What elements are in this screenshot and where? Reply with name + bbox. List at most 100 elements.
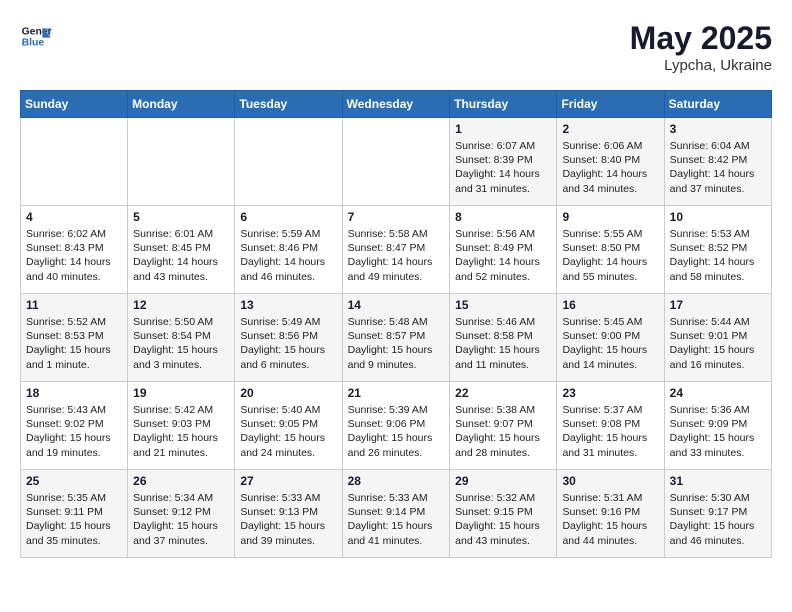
week-row-3: 11 Sunrise: 5:52 AM Sunset: 8:53 PM Dayli…	[21, 294, 772, 382]
col-header-sunday: Sunday	[21, 91, 128, 118]
day-info: Sunrise: 5:36 AM Sunset: 9:09 PM Dayligh…	[670, 403, 766, 460]
day-cell: 14Sunrise: 5:48 AM Sunset: 8:57 PM Dayli…	[342, 294, 450, 382]
svg-text:Blue: Blue	[22, 38, 45, 49]
day-cell: 18 Sunrise: 5:43 AM Sunset: 9:02 PM Dayli…	[21, 382, 128, 470]
day-number: 12	[133, 298, 229, 312]
day-number: 23	[562, 386, 658, 400]
day-cell: 3 Sunrise: 6:04 AM Sunset: 8:42 PM Daylig…	[664, 118, 771, 206]
day-info: Sunrise: 5:43 AM Sunset: 9:02 PM Dayligh…	[26, 403, 122, 460]
logo-icon: General Blue	[20, 20, 52, 52]
day-cell: 1 Sunrise: 6:07 AM Sunset: 8:39 PM Daylig…	[450, 118, 557, 206]
day-number: 17	[670, 298, 766, 312]
day-cell: 22 Sunrise: 5:38 AM Sunset: 9:07 PM Dayli…	[450, 382, 557, 470]
day-cell: 9 Sunrise: 5:55 AM Sunset: 8:50 PM Daylig…	[557, 206, 664, 294]
day-number: 29	[455, 474, 551, 488]
col-header-tuesday: Tuesday	[235, 91, 342, 118]
day-cell: 20 Sunrise: 5:40 AM Sunset: 9:05 PM Dayli…	[235, 382, 342, 470]
day-number: 25	[26, 474, 122, 488]
day-cell: 29 Sunrise: 5:32 AM Sunset: 9:15 PM Dayli…	[450, 470, 557, 558]
day-cell: 8Sunrise: 5:56 AM Sunset: 8:49 PM Daylig…	[450, 206, 557, 294]
day-number: 19	[133, 386, 229, 400]
day-info: Sunrise: 5:48 AM Sunset: 8:57 PM Dayligh…	[348, 315, 445, 372]
day-info: Sunrise: 6:04 AM Sunset: 8:42 PM Dayligh…	[670, 139, 766, 196]
day-cell: 6 Sunrise: 5:59 AM Sunset: 8:46 PM Daylig…	[235, 206, 342, 294]
day-info: Sunrise: 6:06 AM Sunset: 8:40 PM Dayligh…	[562, 139, 658, 196]
day-header-row: SundayMondayTuesdayWednesdayThursdayFrid…	[21, 91, 772, 118]
day-cell: 23 Sunrise: 5:37 AM Sunset: 9:08 PM Dayli…	[557, 382, 664, 470]
day-number: 4	[26, 210, 122, 224]
day-cell: 12Sunrise: 5:50 AM Sunset: 8:54 PM Dayli…	[128, 294, 235, 382]
day-cell: 15 Sunrise: 5:46 AM Sunset: 8:58 PM Dayli…	[450, 294, 557, 382]
day-info: Sunrise: 5:44 AM Sunset: 9:01 PM Dayligh…	[670, 315, 766, 372]
day-number: 27	[240, 474, 336, 488]
day-info: Sunrise: 5:38 AM Sunset: 9:07 PM Dayligh…	[455, 403, 551, 460]
day-info: Sunrise: 5:39 AM Sunset: 9:06 PM Dayligh…	[348, 403, 445, 460]
title-block: May 2025 Lypcha, Ukraine	[630, 20, 772, 74]
day-info: Sunrise: 5:59 AM Sunset: 8:46 PM Dayligh…	[240, 227, 336, 284]
day-number: 21	[348, 386, 445, 400]
day-cell: 10Sunrise: 5:53 AM Sunset: 8:52 PM Dayli…	[664, 206, 771, 294]
day-number: 30	[562, 474, 658, 488]
day-info: Sunrise: 5:46 AM Sunset: 8:58 PM Dayligh…	[455, 315, 551, 372]
page-header: General Blue May 2025 Lypcha, Ukraine	[20, 20, 772, 74]
day-number: 20	[240, 386, 336, 400]
day-number: 15	[455, 298, 551, 312]
day-number: 16	[562, 298, 658, 312]
day-cell: 17 Sunrise: 5:44 AM Sunset: 9:01 PM Dayli…	[664, 294, 771, 382]
day-cell: 30 Sunrise: 5:31 AM Sunset: 9:16 PM Dayli…	[557, 470, 664, 558]
day-info: Sunrise: 5:40 AM Sunset: 9:05 PM Dayligh…	[240, 403, 336, 460]
day-cell: 19 Sunrise: 5:42 AM Sunset: 9:03 PM Dayli…	[128, 382, 235, 470]
day-info: Sunrise: 5:35 AM Sunset: 9:11 PM Dayligh…	[26, 491, 122, 548]
day-cell	[128, 118, 235, 206]
day-number: 22	[455, 386, 551, 400]
month-year-title: May 2025	[630, 20, 772, 57]
day-number: 24	[670, 386, 766, 400]
day-number: 1	[455, 122, 551, 136]
day-number: 3	[670, 122, 766, 136]
day-cell: 11 Sunrise: 5:52 AM Sunset: 8:53 PM Dayli…	[21, 294, 128, 382]
day-info: Sunrise: 5:32 AM Sunset: 9:15 PM Dayligh…	[455, 491, 551, 548]
day-number: 6	[240, 210, 336, 224]
day-info: Sunrise: 5:49 AM Sunset: 8:56 PM Dayligh…	[240, 315, 336, 372]
day-cell: 5Sunrise: 6:01 AM Sunset: 8:45 PM Daylig…	[128, 206, 235, 294]
day-cell: 24 Sunrise: 5:36 AM Sunset: 9:09 PM Dayli…	[664, 382, 771, 470]
day-cell	[21, 118, 128, 206]
day-info: Sunrise: 5:55 AM Sunset: 8:50 PM Dayligh…	[562, 227, 658, 284]
day-number: 11	[26, 298, 122, 312]
day-info: Sunrise: 5:33 AM Sunset: 9:13 PM Dayligh…	[240, 491, 336, 548]
week-row-4: 18 Sunrise: 5:43 AM Sunset: 9:02 PM Dayli…	[21, 382, 772, 470]
day-cell	[235, 118, 342, 206]
day-number: 18	[26, 386, 122, 400]
location-subtitle: Lypcha, Ukraine	[630, 57, 772, 74]
day-number: 9	[562, 210, 658, 224]
day-info: Sunrise: 5:31 AM Sunset: 9:16 PM Dayligh…	[562, 491, 658, 548]
col-header-thursday: Thursday	[450, 91, 557, 118]
logo: General Blue	[20, 20, 52, 52]
week-row-1: 1 Sunrise: 6:07 AM Sunset: 8:39 PM Daylig…	[21, 118, 772, 206]
day-number: 2	[562, 122, 658, 136]
day-info: Sunrise: 6:07 AM Sunset: 8:39 PM Dayligh…	[455, 139, 551, 196]
day-info: Sunrise: 5:42 AM Sunset: 9:03 PM Dayligh…	[133, 403, 229, 460]
col-header-saturday: Saturday	[664, 91, 771, 118]
day-info: Sunrise: 5:34 AM Sunset: 9:12 PM Dayligh…	[133, 491, 229, 548]
day-cell: 21 Sunrise: 5:39 AM Sunset: 9:06 PM Dayli…	[342, 382, 450, 470]
day-cell: 28Sunrise: 5:33 AM Sunset: 9:14 PM Dayli…	[342, 470, 450, 558]
day-info: Sunrise: 6:02 AM Sunset: 8:43 PM Dayligh…	[26, 227, 122, 284]
day-number: 28	[348, 474, 445, 488]
day-number: 13	[240, 298, 336, 312]
day-cell: 13 Sunrise: 5:49 AM Sunset: 8:56 PM Dayli…	[235, 294, 342, 382]
day-info: Sunrise: 5:30 AM Sunset: 9:17 PM Dayligh…	[670, 491, 766, 548]
day-cell: 26 Sunrise: 5:34 AM Sunset: 9:12 PM Dayli…	[128, 470, 235, 558]
week-row-2: 4 Sunrise: 6:02 AM Sunset: 8:43 PM Daylig…	[21, 206, 772, 294]
col-header-monday: Monday	[128, 91, 235, 118]
day-cell: 4 Sunrise: 6:02 AM Sunset: 8:43 PM Daylig…	[21, 206, 128, 294]
day-number: 31	[670, 474, 766, 488]
day-info: Sunrise: 5:52 AM Sunset: 8:53 PM Dayligh…	[26, 315, 122, 372]
col-header-wednesday: Wednesday	[342, 91, 450, 118]
day-number: 26	[133, 474, 229, 488]
day-cell: 2 Sunrise: 6:06 AM Sunset: 8:40 PM Daylig…	[557, 118, 664, 206]
calendar-table: SundayMondayTuesdayWednesdayThursdayFrid…	[20, 90, 772, 558]
col-header-friday: Friday	[557, 91, 664, 118]
day-info: Sunrise: 5:37 AM Sunset: 9:08 PM Dayligh…	[562, 403, 658, 460]
day-cell	[342, 118, 450, 206]
